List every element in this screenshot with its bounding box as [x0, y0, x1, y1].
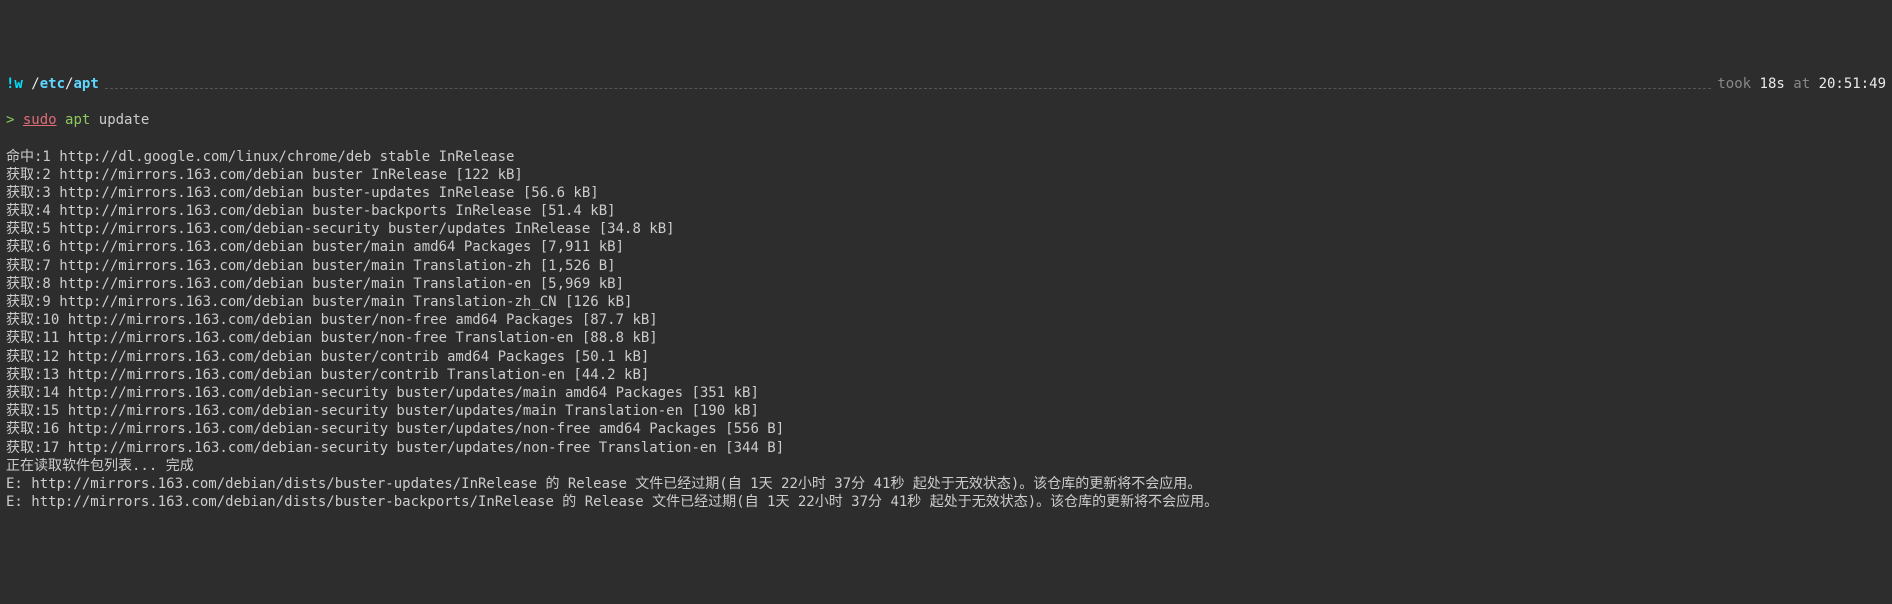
- header-dashes: [99, 79, 1718, 88]
- output-line: 获取:12 http://mirrors.163.com/debian bust…: [6, 348, 1886, 366]
- output-line: 正在读取软件包列表... 完成: [6, 457, 1886, 475]
- output-line: 获取:7 http://mirrors.163.com/debian buste…: [6, 257, 1886, 275]
- bang-w: !w: [6, 76, 23, 92]
- timing-info: took 18s at 20:51:49: [1717, 75, 1886, 93]
- output-line: 获取:10 http://mirrors.163.com/debian bust…: [6, 311, 1886, 329]
- cmd-apt: apt: [65, 112, 90, 128]
- output-line: 获取:13 http://mirrors.163.com/debian bust…: [6, 366, 1886, 384]
- output-line: 获取:14 http://mirrors.163.com/debian-secu…: [6, 384, 1886, 402]
- output-line: E: http://mirrors.163.com/debian/dists/b…: [6, 493, 1886, 511]
- output-line: 获取:9 http://mirrors.163.com/debian buste…: [6, 293, 1886, 311]
- path-slash: /: [31, 76, 39, 92]
- terminal-output: 命中:1 http://dl.google.com/linux/chrome/d…: [6, 148, 1886, 512]
- output-line: 获取:5 http://mirrors.163.com/debian-secur…: [6, 220, 1886, 238]
- output-line: 获取:6 http://mirrors.163.com/debian buste…: [6, 238, 1886, 256]
- output-line: 获取:8 http://mirrors.163.com/debian buste…: [6, 275, 1886, 293]
- cmd-arg: update: [99, 112, 150, 128]
- clock-time: 20:51:49: [1819, 76, 1886, 92]
- output-line: 获取:15 http://mirrors.163.com/debian-secu…: [6, 402, 1886, 420]
- cmd-sudo: sudo: [23, 112, 57, 128]
- path-apt: apt: [73, 76, 98, 92]
- output-line: 获取:3 http://mirrors.163.com/debian buste…: [6, 184, 1886, 202]
- output-line: E: http://mirrors.163.com/debian/dists/b…: [6, 475, 1886, 493]
- path-etc: etc: [40, 76, 65, 92]
- output-line: 获取:11 http://mirrors.163.com/debian bust…: [6, 329, 1886, 347]
- cwd: !w /etc/apt: [6, 75, 99, 93]
- took-value: 18s: [1760, 76, 1785, 92]
- output-line: 获取:4 http://mirrors.163.com/debian buste…: [6, 202, 1886, 220]
- prompt-symbol: >: [6, 112, 14, 128]
- output-line: 命中:1 http://dl.google.com/linux/chrome/d…: [6, 148, 1886, 166]
- output-line: 获取:17 http://mirrors.163.com/debian-secu…: [6, 439, 1886, 457]
- output-line: 获取:2 http://mirrors.163.com/debian buste…: [6, 166, 1886, 184]
- command-line[interactable]: > sudo apt update: [6, 111, 1886, 129]
- prompt-header: !w /etc/apt took 18s at 20:51:49: [6, 75, 1886, 93]
- at-label: at: [1793, 76, 1810, 92]
- output-line: 获取:16 http://mirrors.163.com/debian-secu…: [6, 420, 1886, 438]
- took-label: took: [1717, 76, 1751, 92]
